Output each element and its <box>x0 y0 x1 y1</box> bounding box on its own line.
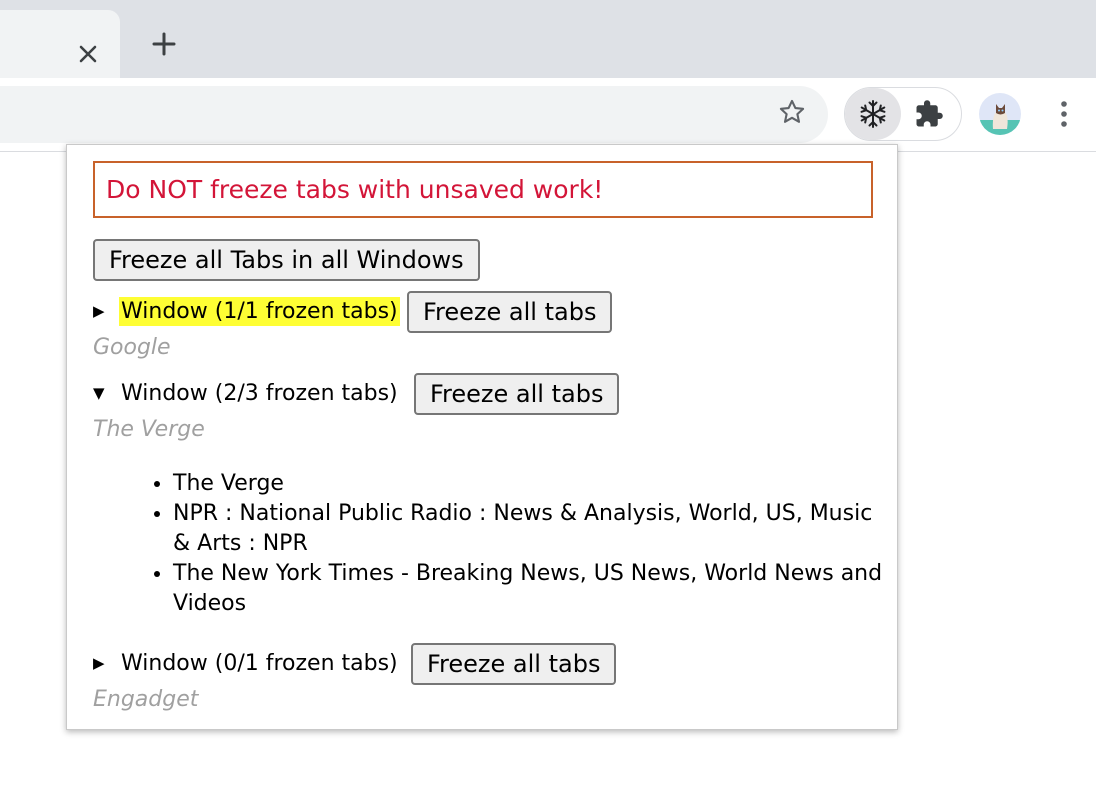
new-tab-button[interactable] <box>148 28 180 60</box>
list-item: The Verge <box>173 469 893 499</box>
window-subtitle: Google <box>93 335 171 360</box>
freeze-all-windows-button[interactable]: Freeze all Tabs in all Windows <box>93 239 480 281</box>
browser-menu-button[interactable] <box>1048 94 1080 134</box>
window-summary[interactable]: Window (2/3 frozen tabs) <box>119 379 400 408</box>
unsaved-work-warning: Do NOT freeze tabs with unsaved work! <box>93 161 873 218</box>
close-icon <box>79 45 97 63</box>
window-subtitle: Engadget <box>93 687 199 712</box>
window-subtitle: The Verge <box>93 417 205 442</box>
list-item: NPR : National Public Radio : News & Ana… <box>173 499 893 559</box>
extension-group <box>844 87 962 141</box>
close-tab-button[interactable] <box>74 40 102 68</box>
expand-triangle-icon[interactable]: ▶ <box>93 654 119 672</box>
puzzle-icon <box>916 100 943 127</box>
window-summary[interactable]: Window (0/1 frozen tabs) <box>119 649 400 678</box>
bookmark-button[interactable] <box>772 92 812 132</box>
window-row: ▶ Window (1/1 frozen tabs) <box>93 291 400 331</box>
window-summary[interactable]: Window (1/1 frozen tabs) <box>119 296 400 326</box>
expand-triangle-icon[interactable]: ▶ <box>93 302 119 320</box>
freeze-window-button[interactable]: Freeze all tabs <box>411 643 617 685</box>
extensions-button[interactable] <box>909 94 949 134</box>
toolbar <box>0 78 1096 152</box>
collapse-triangle-icon[interactable]: ▼ <box>93 384 119 402</box>
tab-strip <box>0 0 1096 78</box>
snowflake-icon <box>860 100 886 128</box>
star-icon <box>779 99 805 123</box>
active-tab[interactable] <box>0 10 120 78</box>
window-row: ▶ Window (0/1 frozen tabs) <box>93 643 400 683</box>
address-bar[interactable] <box>0 86 828 143</box>
more-vert-icon <box>1061 101 1067 127</box>
plus-icon <box>152 32 176 56</box>
window-row: ▼ Window (2/3 frozen tabs) <box>93 373 400 413</box>
freeze-tabs-popup: Do NOT freeze tabs with unsaved work! Fr… <box>66 144 898 730</box>
tab-list: The Verge NPR : National Public Radio : … <box>147 469 893 619</box>
list-item: The New York Times - Breaking News, US N… <box>173 559 893 619</box>
freeze-window-button[interactable]: Freeze all tabs <box>414 373 620 415</box>
avatar-image <box>979 93 1021 135</box>
profile-avatar[interactable] <box>979 93 1021 135</box>
freeze-window-button[interactable]: Freeze all tabs <box>407 291 613 333</box>
freeze-extension-button[interactable] <box>845 88 901 140</box>
